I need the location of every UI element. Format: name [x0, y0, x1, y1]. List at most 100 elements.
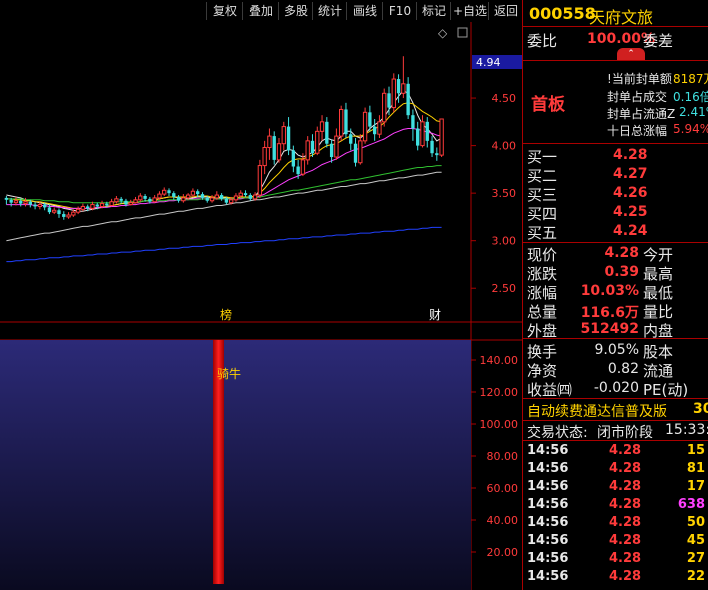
quote-row: 现价 4.28 今开 — [523, 244, 708, 264]
bid-price: 4.24 — [613, 223, 648, 239]
quote-row: 外盘 512492 内盘 — [523, 320, 708, 340]
candle-body — [80, 205, 86, 210]
tick-row: 14:56 4.28 50 — [523, 515, 708, 533]
tick-price: 4.28 — [609, 551, 642, 566]
chevron-up-icon[interactable]: ⌃ — [617, 48, 645, 60]
bid-label: 买一 — [527, 148, 558, 166]
bid-row[interactable]: 买五 4.24 — [523, 222, 708, 242]
quote-panel: 000558 天府文旅 委比 100.00% 委差 ⌃ 首板 !当前封单额 81… — [522, 0, 708, 590]
tick-time: 14:56 — [527, 497, 569, 512]
candle-body — [243, 193, 248, 196]
candle-body — [13, 200, 19, 204]
quote-value: 512492 — [580, 321, 639, 337]
diff-label: 委差 — [643, 32, 674, 50]
stat-label: 收益㈣ — [527, 381, 573, 399]
candle-body — [167, 190, 171, 194]
toolbar-button-mark[interactable]: 标记 — [416, 2, 451, 20]
chart-area[interactable]: 4.50 4.00 3.50 3.00 2.50 140.00 120.00 100.00 8… — [0, 22, 522, 590]
toolbar-button-restore-rights[interactable]: 复权 — [206, 2, 243, 20]
candle-body — [162, 189, 167, 195]
candle-body — [382, 92, 387, 123]
divider — [523, 242, 708, 243]
candle-body — [233, 195, 239, 201]
candle-body — [86, 206, 90, 209]
status-value: 闭市阶段 — [597, 425, 653, 441]
candle-body — [319, 121, 325, 132]
marker-cai[interactable]: 财 — [429, 308, 441, 322]
toolbar-button-multi-stock[interactable]: 多股 — [278, 2, 313, 20]
renewal-notice-number: 30 — [693, 401, 708, 417]
bid-row[interactable]: 买一 4.28 — [523, 146, 708, 166]
bid-price: 4.25 — [613, 204, 648, 220]
indicator-tick-label: 60.00 — [487, 482, 519, 495]
toolbar-button-add-watchlist[interactable]: +自选 — [450, 2, 489, 20]
candle-body — [267, 135, 272, 149]
candle-body — [219, 195, 224, 199]
candle-body — [190, 190, 196, 196]
candle-body — [325, 121, 329, 144]
tick-price: 4.28 — [609, 515, 642, 530]
bid-row[interactable]: 买二 4.27 — [523, 165, 708, 185]
divider — [523, 26, 708, 27]
seal-trade-value: 0.16倍 — [673, 90, 708, 104]
price-tick-label: 3.50 — [492, 187, 517, 200]
tick-time: 14:56 — [527, 533, 569, 548]
toolbar-button-f10[interactable]: F10 — [382, 2, 417, 20]
ten-day-label: 十日总涨幅 — [607, 124, 668, 138]
renewal-notice[interactable]: 自动续费通达信普及版 — [527, 401, 667, 421]
candle-body — [339, 108, 344, 137]
toolbar-button-overlay[interactable]: 叠加 — [242, 2, 279, 20]
candle-body — [148, 198, 152, 202]
candle-body — [435, 153, 439, 156]
candle-body — [105, 203, 109, 206]
diamond-icon[interactable]: ◇ — [438, 26, 448, 40]
toolbar-button-statistics[interactable]: 统计 — [312, 2, 347, 20]
indicator-tick-label: 100.00 — [480, 418, 519, 431]
candle-body — [37, 204, 43, 207]
bid-label: 买五 — [527, 224, 558, 242]
price-tick-label: 2.50 — [492, 282, 517, 295]
tick-row: 14:56 4.28 45 — [523, 533, 708, 551]
tick-time: 14:56 — [527, 515, 569, 530]
toolbar-button-back[interactable]: 返回 — [488, 2, 523, 20]
stat-value: -0.020 — [593, 380, 639, 396]
kline-chart[interactable]: 4.50 4.00 3.50 3.00 2.50 140.00 120.00 100.00 8… — [0, 22, 522, 590]
moving-average-line — [6, 171, 442, 242]
candle-body — [71, 211, 76, 216]
divider — [523, 143, 708, 144]
divider — [523, 398, 708, 399]
candle-body — [114, 198, 119, 203]
tick-time: 14:56 — [527, 479, 569, 494]
tick-time: 14:56 — [527, 461, 569, 476]
current-price-tag: 4.94 — [476, 56, 501, 69]
candle-body — [42, 204, 47, 208]
window-toggle-icon[interactable] — [457, 27, 468, 38]
candle-body — [358, 140, 363, 164]
candle-body — [214, 194, 220, 199]
tick-row: 14:56 4.28 15 — [523, 443, 708, 461]
candle-body — [344, 109, 348, 135]
candle-body — [19, 200, 23, 204]
tick-volume: 50 — [686, 515, 705, 530]
candle-body — [296, 166, 300, 175]
toolbar-button-draw-line[interactable]: 画线 — [346, 2, 383, 20]
tick-price: 4.28 — [609, 443, 642, 458]
indicator-signal-label: 骑牛 — [217, 366, 241, 381]
candle-body — [238, 192, 243, 197]
moving-average-line — [6, 128, 442, 209]
bid-row[interactable]: 买四 4.25 — [523, 203, 708, 223]
candle-body — [99, 203, 105, 207]
indicator-tick-label: 120.00 — [480, 386, 519, 399]
marker-bang[interactable]: 榜 — [220, 307, 232, 322]
quote-label-2: 量比 — [643, 303, 674, 321]
candle-body — [138, 195, 143, 201]
tick-price: 4.28 — [609, 569, 642, 584]
candle-body — [4, 197, 9, 200]
candle-body — [425, 121, 429, 141]
tick-volume: 22 — [686, 569, 705, 584]
candle-body — [387, 93, 391, 108]
moving-average-line — [6, 102, 442, 209]
candle-body — [109, 201, 114, 207]
bid-row[interactable]: 买三 4.26 — [523, 184, 708, 204]
candle-body — [124, 200, 128, 205]
